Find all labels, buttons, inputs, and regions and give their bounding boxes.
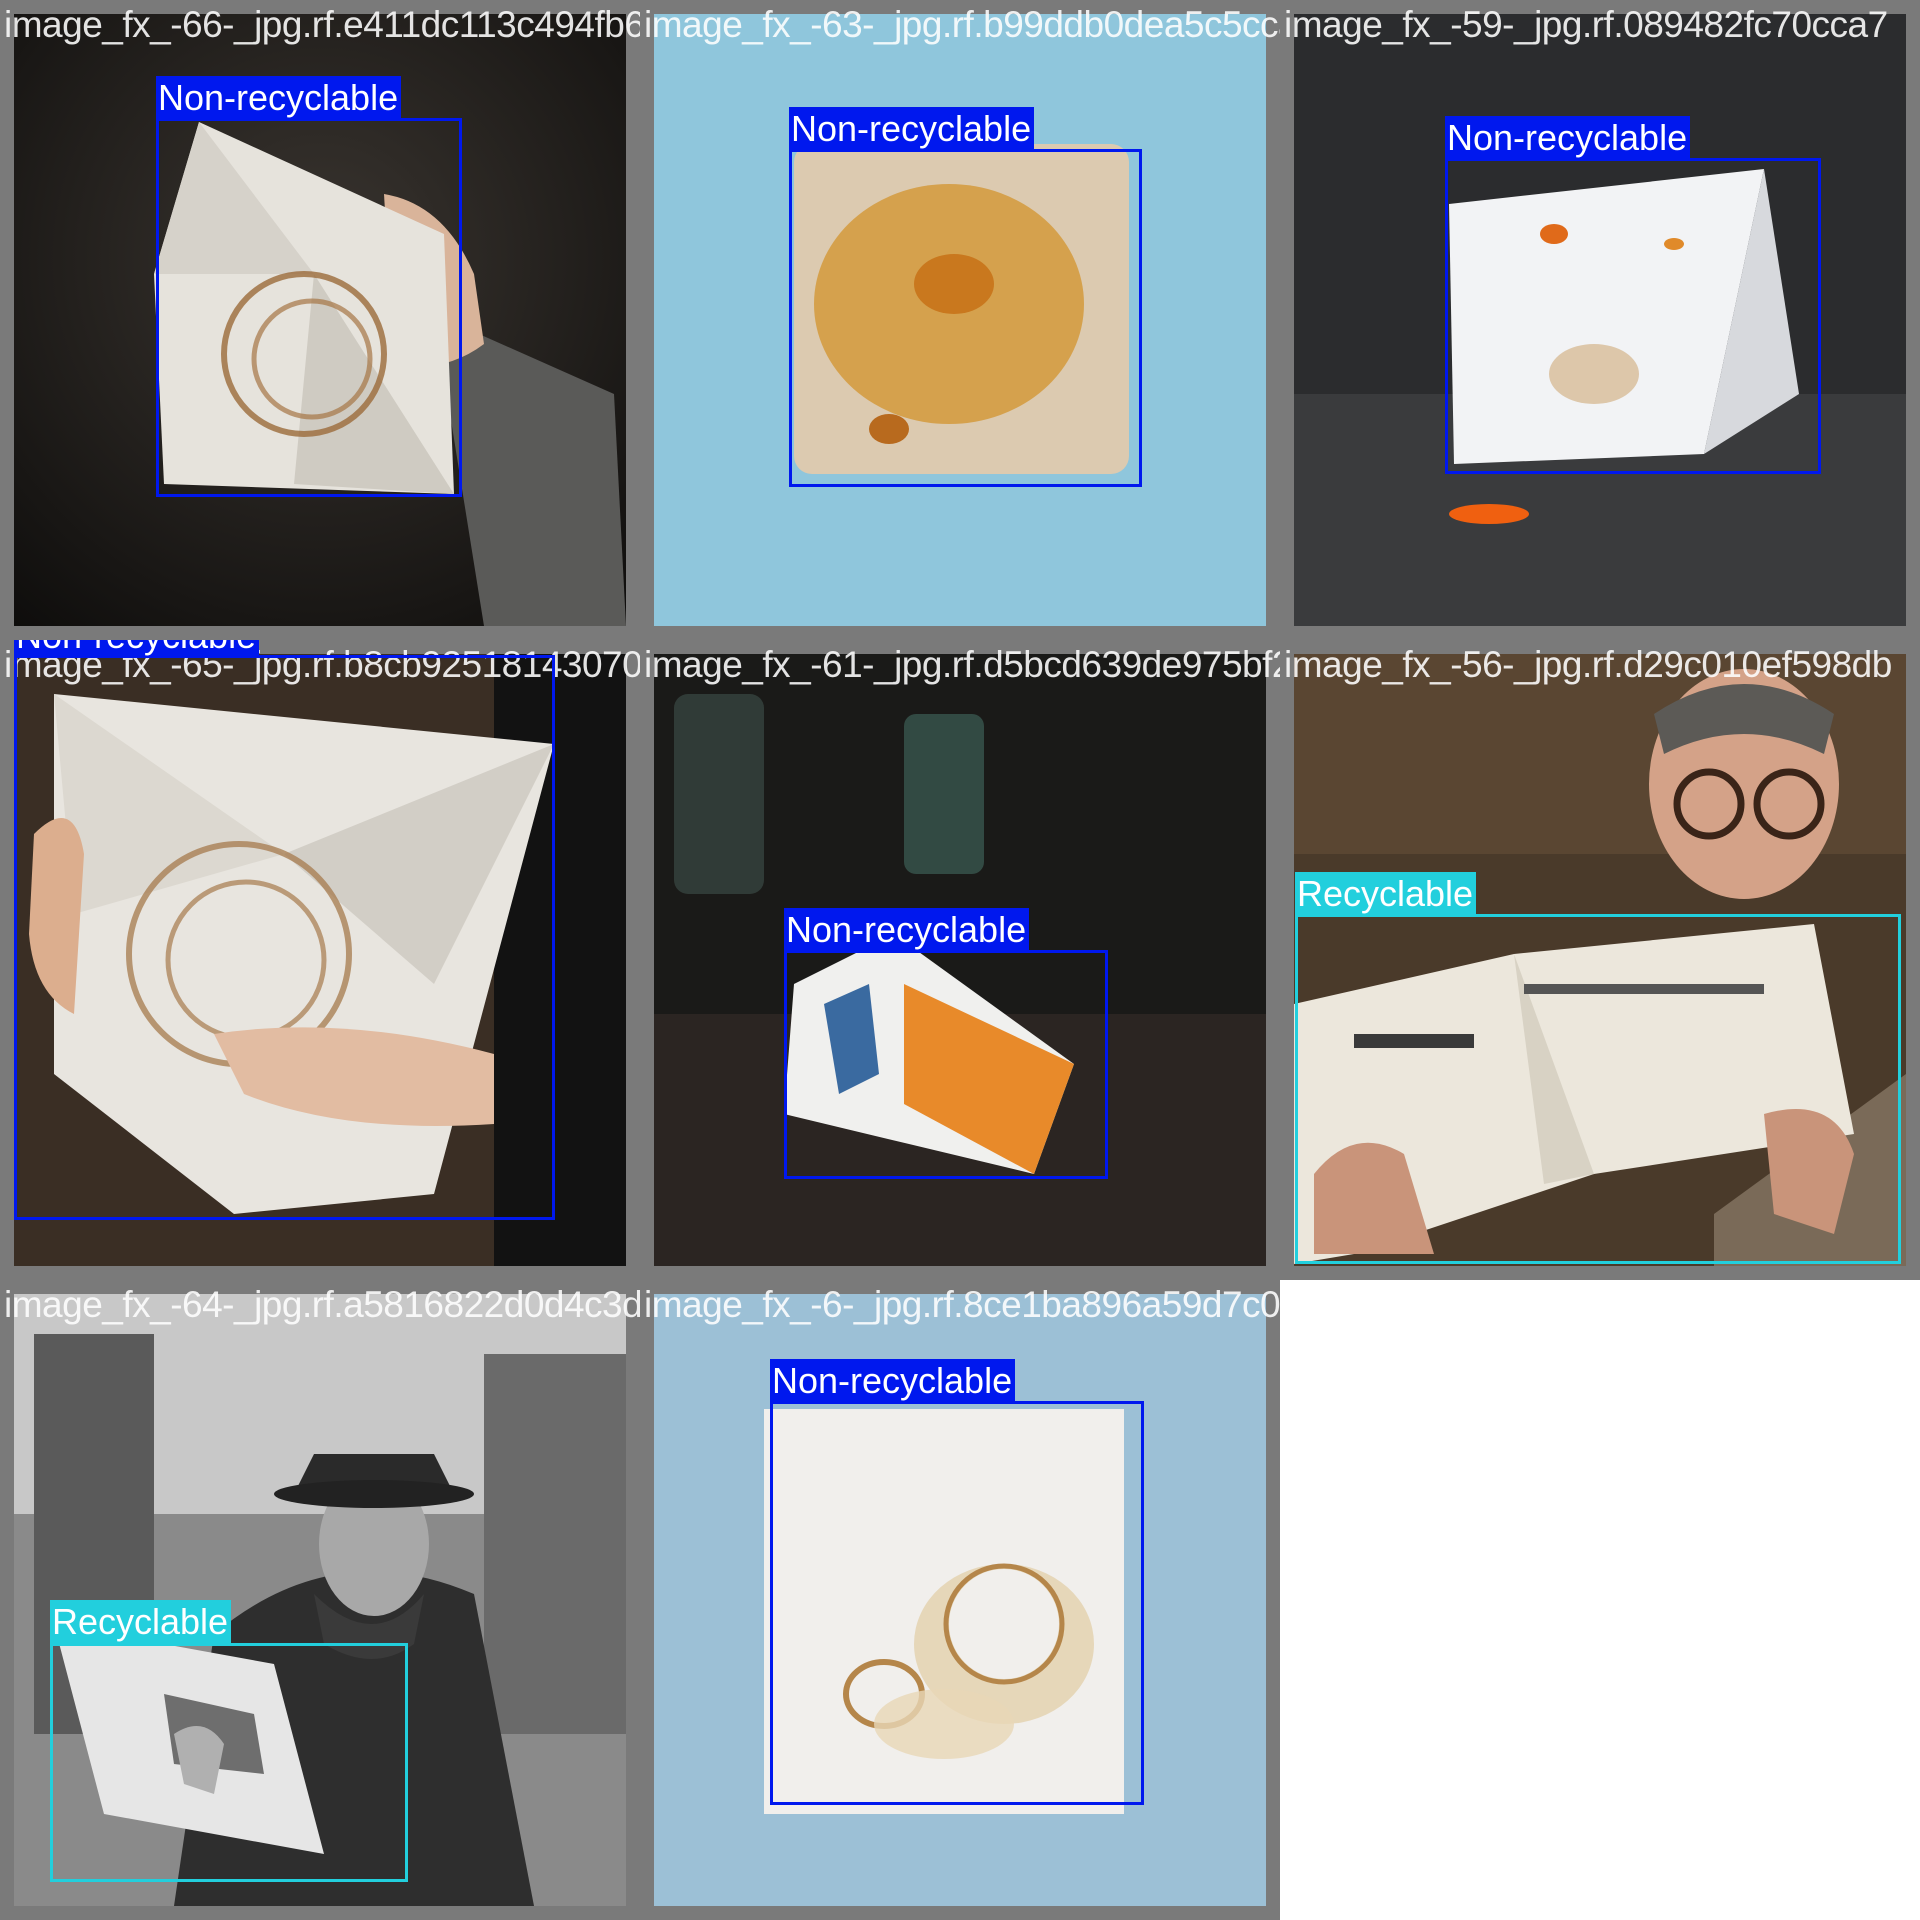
tile-7: image_fx_-64-_jpg.rf.a5816822d0d4c3d8e64… bbox=[0, 1280, 640, 1920]
bounding-box bbox=[156, 118, 462, 497]
tile-filename: image_fx_-61-_jpg.rf.d5bcd639de975bf24cd… bbox=[644, 644, 1280, 685]
bounding-box bbox=[1445, 158, 1821, 474]
bounding-box bbox=[1295, 914, 1901, 1264]
detection-label: Non-recyclable bbox=[156, 76, 402, 119]
bounding-box bbox=[784, 950, 1108, 1179]
bounding-box bbox=[14, 655, 555, 1220]
tile-filename: image_fx_-66-_jpg.rf.e411dc113c494fb6ada bbox=[4, 4, 640, 45]
tile-filename: image_fx_-59-_jpg.rf.089482fc70cca7 bbox=[1284, 4, 1888, 45]
detection-label: Non-recyclable bbox=[770, 1359, 1016, 1402]
tile-5: image_fx_-61-_jpg.rf.d5bcd639de975bf24cd… bbox=[640, 640, 1280, 1280]
detection-label: Recyclable bbox=[1295, 872, 1477, 915]
tile-2: image_fx_-63-_jpg.rf.b99ddb0dea5c5ccadb0… bbox=[640, 0, 1280, 640]
tile-1: image_fx_-66-_jpg.rf.e411dc113c494fb6ada… bbox=[0, 0, 640, 640]
tile-3: image_fx_-59-_jpg.rf.089482fc70cca7 Non-… bbox=[1280, 0, 1920, 640]
detection-label: Non-recyclable bbox=[784, 908, 1030, 951]
detection-label: Non-recyclable bbox=[14, 640, 260, 657]
tile-filename: image_fx_-63-_jpg.rf.b99ddb0dea5c5ccadb0 bbox=[644, 4, 1280, 45]
tile-filename: image_fx_-6-_jpg.rf.8ce1ba896a59d7c0159c bbox=[644, 1284, 1280, 1325]
tile-4: image_fx_-65-_jpg.rf.b8cb92518143070f8e8… bbox=[0, 640, 640, 1280]
tile-8: image_fx_-6-_jpg.rf.8ce1ba896a59d7c0159c… bbox=[640, 1280, 1280, 1920]
detection-label: Recyclable bbox=[50, 1600, 232, 1643]
detection-label: Non-recyclable bbox=[789, 107, 1035, 150]
tile-filename: image_fx_-56-_jpg.rf.d29c010ef598db bbox=[1284, 644, 1892, 685]
tile-6: image_fx_-56-_jpg.rf.d29c010ef598db Recy… bbox=[1280, 640, 1920, 1280]
bounding-box bbox=[770, 1401, 1144, 1805]
bounding-box bbox=[789, 149, 1142, 487]
detection-label: Non-recyclable bbox=[1445, 116, 1691, 159]
tile-filename: image_fx_-64-_jpg.rf.a5816822d0d4c3d8e64 bbox=[4, 1284, 640, 1325]
bounding-box bbox=[50, 1643, 408, 1882]
